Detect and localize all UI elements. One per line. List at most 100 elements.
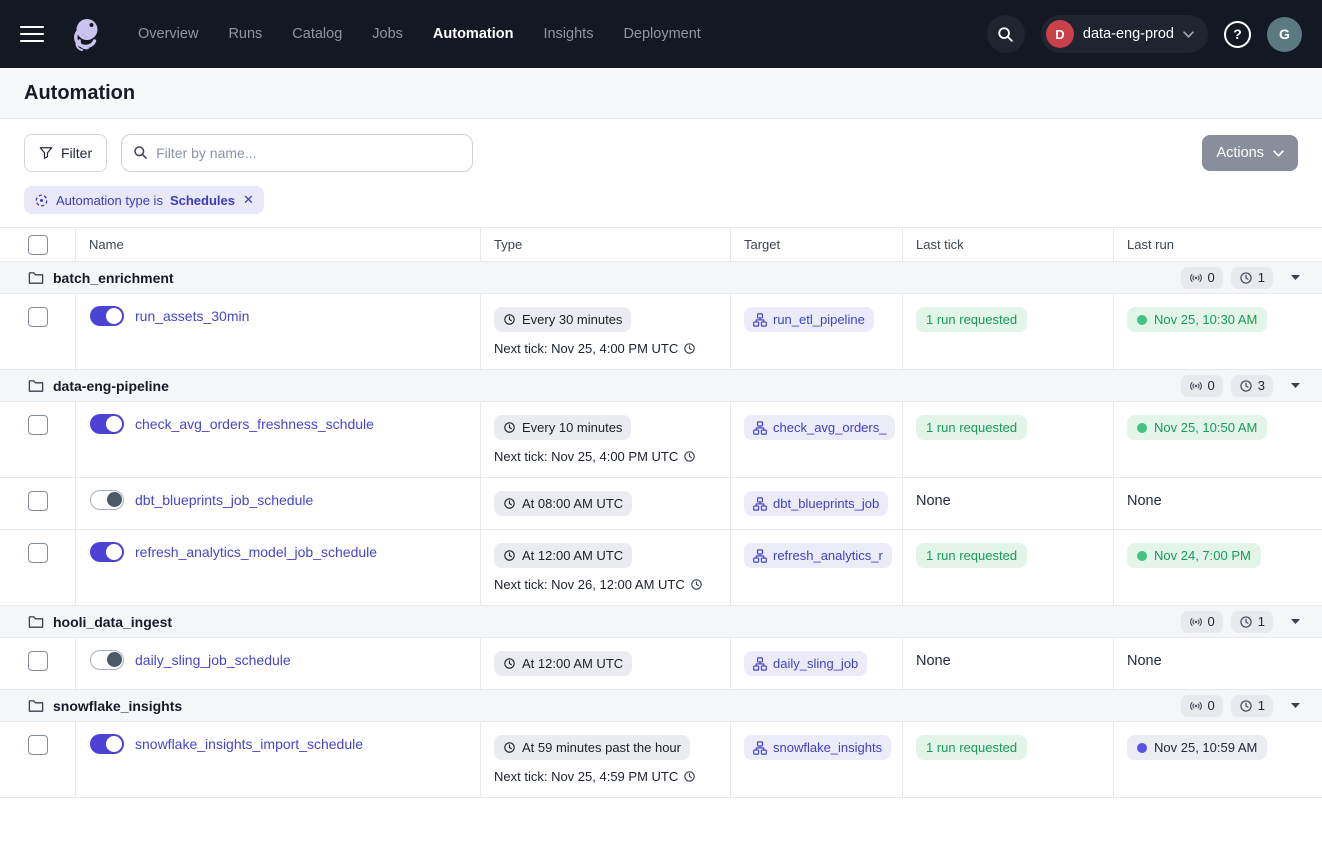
last-tick-status[interactable]: 1 run requested (916, 543, 1027, 568)
caret-down-icon[interactable] (1291, 619, 1300, 624)
nav-item-runs[interactable]: Runs (228, 26, 262, 42)
clock-icon (1239, 271, 1253, 285)
nav-item-catalog[interactable]: Catalog (292, 26, 342, 42)
last-run-link[interactable]: Nov 25, 10:59 AM (1127, 735, 1267, 760)
dagster-logo-icon[interactable] (66, 14, 106, 54)
automation-toggle[interactable] (90, 414, 124, 434)
close-icon[interactable]: ✕ (243, 192, 254, 208)
last-tick-status[interactable]: 1 run requested (916, 307, 1027, 332)
automation-name-link[interactable]: dbt_blueprints_job_schedule (135, 491, 313, 510)
automation-name-link[interactable]: run_assets_30min (135, 307, 249, 326)
select-all-checkbox[interactable] (28, 235, 48, 255)
automation-name-link[interactable]: snowflake_insights_import_schedule (135, 735, 363, 754)
target-link[interactable]: run_etl_pipeline (744, 307, 874, 332)
column-header-target: Target (730, 228, 902, 261)
nav-item-insights[interactable]: Insights (543, 26, 593, 42)
sensor-count-badge[interactable]: 0 (1181, 267, 1223, 289)
automation-name-link[interactable]: refresh_analytics_model_job_schedule (135, 543, 377, 562)
target-link[interactable]: check_avg_orders_ (744, 415, 895, 440)
clock-icon (503, 549, 516, 562)
row-checkbox[interactable] (28, 307, 48, 327)
table-row: daily_sling_job_schedule At 12:00 AM UTC… (0, 638, 1322, 690)
clock-icon[interactable] (683, 770, 696, 783)
chevron-down-icon (1273, 150, 1284, 157)
automation-toggle[interactable] (90, 490, 124, 510)
row-checkbox[interactable] (28, 651, 48, 671)
sensor-count-badge[interactable]: 0 (1181, 695, 1223, 717)
schedule-type-text: At 08:00 AM UTC (522, 496, 623, 511)
group-header-row: hooli_data_ingest 0 1 (0, 606, 1322, 638)
help-icon[interactable]: ? (1224, 21, 1251, 48)
page-header: Automation (0, 68, 1322, 119)
nav-item-deployment[interactable]: Deployment (623, 26, 700, 42)
caret-down-icon[interactable] (1291, 703, 1300, 708)
last-run-text: Nov 25, 10:59 AM (1154, 740, 1257, 755)
nav-item-jobs[interactable]: Jobs (372, 26, 403, 42)
last-run-link[interactable]: Nov 25, 10:30 AM (1127, 307, 1267, 332)
clock-icon[interactable] (690, 578, 703, 591)
sensor-count-badge[interactable]: 0 (1181, 375, 1223, 397)
schedule-count-badge[interactable]: 3 (1231, 375, 1273, 397)
last-run-text: Nov 24, 7:00 PM (1154, 548, 1251, 563)
user-avatar[interactable]: G (1267, 17, 1302, 52)
target-link[interactable]: daily_sling_job (744, 651, 867, 676)
caret-down-icon[interactable] (1291, 383, 1300, 388)
row-checkbox[interactable] (28, 491, 48, 511)
sensor-count: 0 (1208, 698, 1215, 713)
group-name: hooli_data_ingest (53, 614, 172, 630)
schedule-type-tag: At 59 minutes past the hour (494, 735, 690, 760)
next-tick: Next tick: Nov 25, 4:00 PM UTC (494, 449, 720, 464)
nav-item-automation[interactable]: Automation (433, 26, 514, 42)
target-link[interactable]: refresh_analytics_r (744, 543, 892, 568)
actions-button-label: Actions (1216, 145, 1264, 161)
run-status-dot (1137, 315, 1147, 325)
last-tick-status[interactable]: 1 run requested (916, 415, 1027, 440)
toggle-knob (107, 492, 122, 507)
last-run-link[interactable]: Nov 24, 7:00 PM (1127, 543, 1261, 568)
schedule-count-badge[interactable]: 1 (1231, 611, 1273, 633)
target-text: run_etl_pipeline (773, 312, 865, 327)
last-tick-status[interactable]: 1 run requested (916, 735, 1027, 760)
schedule-count: 3 (1258, 378, 1265, 393)
row-checkbox[interactable] (28, 415, 48, 435)
schedule-type-text: Every 10 minutes (522, 420, 622, 435)
schedule-count-badge[interactable]: 1 (1231, 267, 1273, 289)
next-tick-text: Next tick: Nov 25, 4:00 PM UTC (494, 449, 678, 464)
automation-toggle[interactable] (90, 306, 124, 326)
menu-icon[interactable] (20, 26, 44, 43)
actions-button[interactable]: Actions (1202, 135, 1298, 171)
target-link[interactable]: snowflake_insights (744, 735, 891, 760)
automation-toggle[interactable] (90, 542, 124, 562)
table-body: batch_enrichment 0 1 (0, 262, 1322, 798)
search-button[interactable] (987, 15, 1025, 53)
automation-toggle[interactable] (90, 734, 124, 754)
row-checkbox[interactable] (28, 735, 48, 755)
caret-down-icon[interactable] (1291, 275, 1300, 280)
schedule-count-badge[interactable]: 1 (1231, 695, 1273, 717)
group-name: data-eng-pipeline (53, 378, 169, 394)
group-header-row: batch_enrichment 0 1 (0, 262, 1322, 294)
search-input[interactable] (121, 134, 473, 172)
clock-icon[interactable] (683, 342, 696, 355)
automation-name-link[interactable]: daily_sling_job_schedule (135, 651, 291, 670)
target-link[interactable]: dbt_blueprints_job (744, 491, 888, 516)
clock-icon (503, 313, 516, 326)
row-checkbox[interactable] (28, 543, 48, 563)
sensor-count-badge[interactable]: 0 (1181, 611, 1223, 633)
filter-chip-automation-type[interactable]: Automation type is Schedules ✕ (24, 186, 264, 214)
automation-name-link[interactable]: check_avg_orders_freshness_schdule (135, 415, 374, 434)
schedule-type-text: At 12:00 AM UTC (522, 548, 623, 563)
deployment-badge: D (1046, 20, 1074, 48)
deployment-switcher[interactable]: D data-eng-prod (1041, 15, 1208, 53)
last-run-link[interactable]: Nov 25, 10:50 AM (1127, 415, 1267, 440)
target-text: refresh_analytics_r (773, 548, 883, 563)
schedule-type-tag: Every 30 minutes (494, 307, 631, 332)
sensor-icon (1189, 379, 1203, 393)
next-tick: Next tick: Nov 26, 12:00 AM UTC (494, 577, 720, 592)
automation-toggle[interactable] (90, 650, 124, 670)
nav-item-overview[interactable]: Overview (138, 26, 198, 42)
run-status-dot (1137, 743, 1147, 753)
table-row: dbt_blueprints_job_schedule At 08:00 AM … (0, 478, 1322, 530)
filter-button[interactable]: Filter (24, 134, 107, 172)
clock-icon[interactable] (683, 450, 696, 463)
